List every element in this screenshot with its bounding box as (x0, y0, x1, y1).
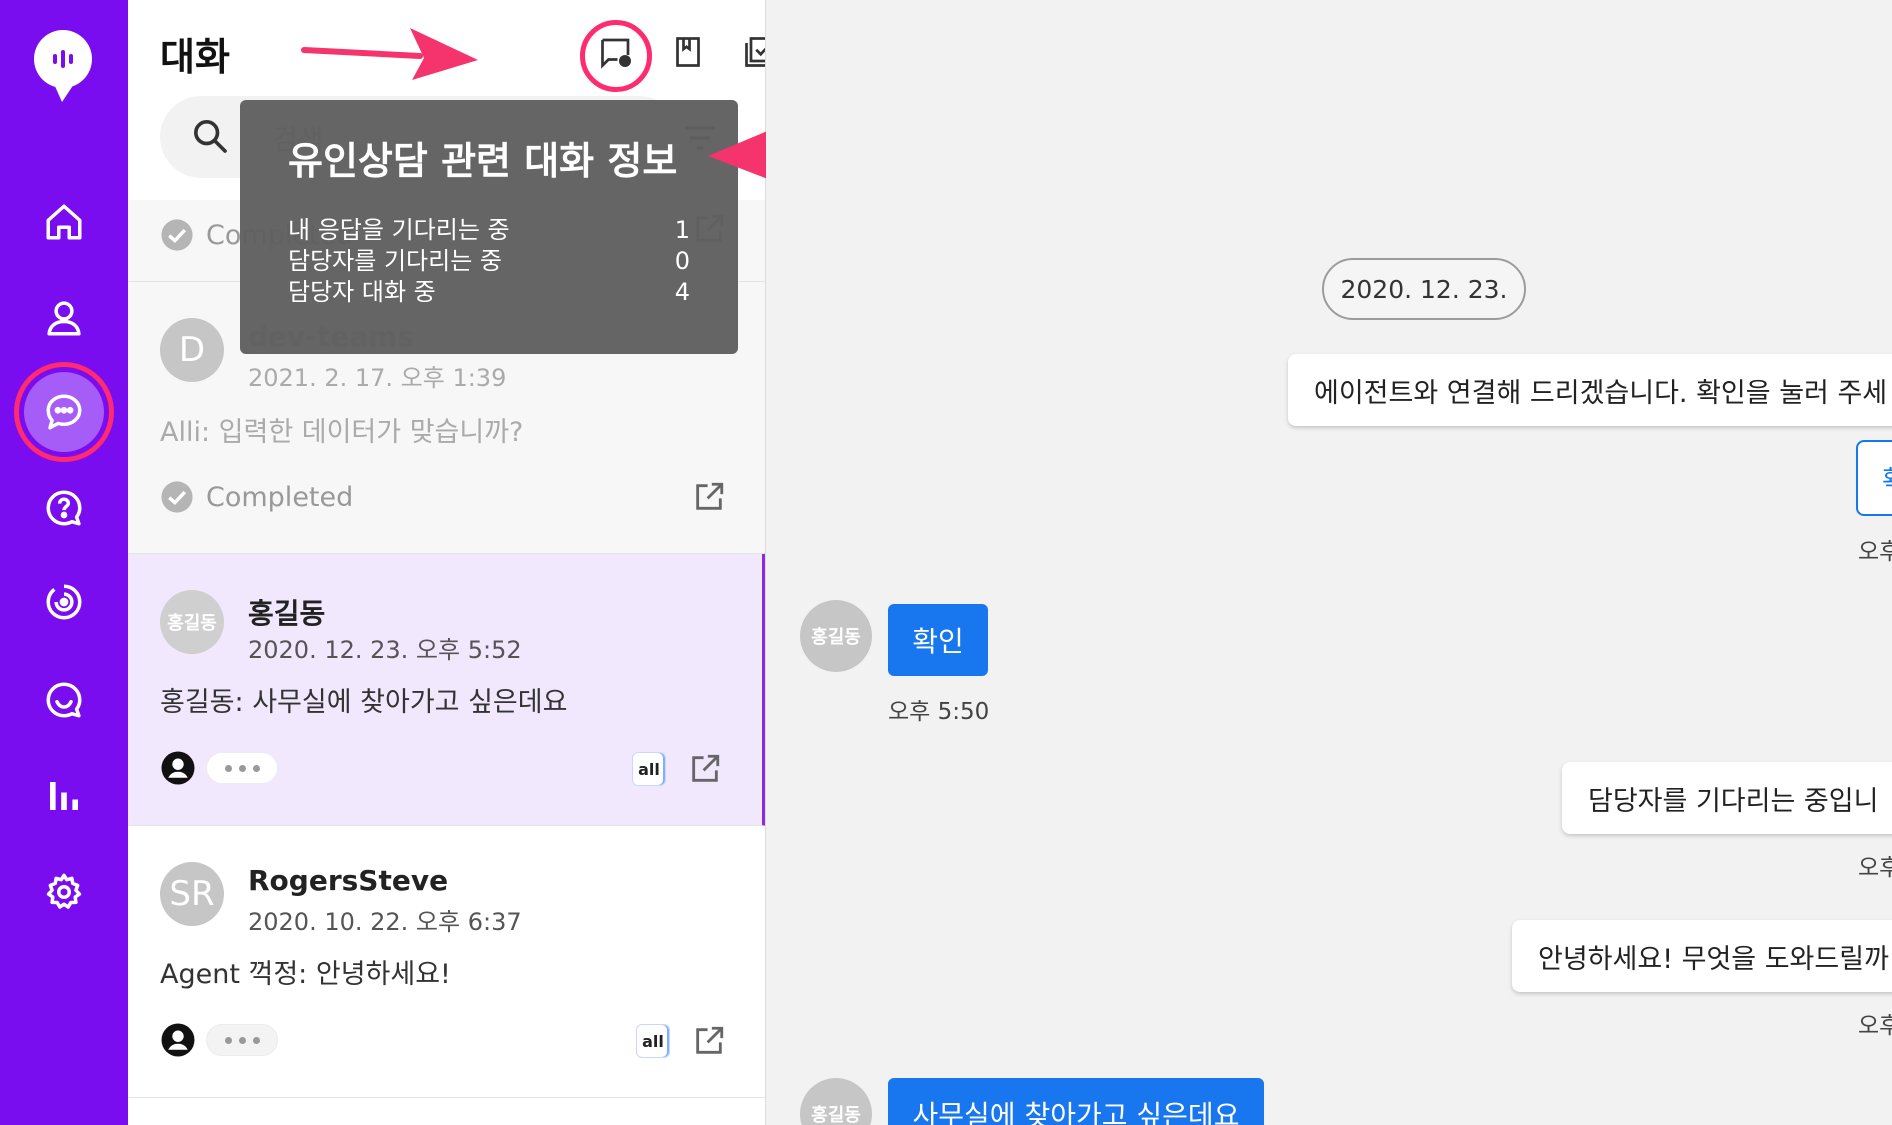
agent-row (160, 750, 278, 786)
avatar: SR (160, 862, 224, 926)
sidebar-item-users[interactable] (36, 290, 92, 346)
sidebar-item-home[interactable] (36, 194, 92, 250)
search-icon (194, 119, 227, 153)
tooltip-row-value: 1 (674, 216, 690, 244)
user-avatar: 홍길동 (800, 1078, 872, 1125)
check-circle-icon (161, 481, 193, 513)
tooltip-row: 내 응답을 기다리는 중 1 (288, 215, 690, 246)
chat-area: 2020. 12. 23. 에이전트와 연결해 드리겠습니다. 확인을 눌러 주… (766, 0, 1892, 1125)
task-check-button[interactable] (738, 30, 765, 74)
conversation-card[interactable]: SR RogersSteve 2020. 10. 22. 오후 6:37 Age… (128, 826, 765, 1098)
tooltip-row-label: 담당자를 기다리는 중 (288, 247, 502, 275)
help-icon (46, 490, 82, 526)
info-button-highlight (580, 20, 652, 92)
message-time: 오후 5:50 (888, 699, 990, 725)
book-icon (676, 37, 700, 67)
user-message: 사무실에 찾아가고 싶은데요 (888, 1078, 1264, 1125)
conversation-name: RogersSteve (248, 864, 449, 897)
channel-badge: all (636, 1024, 670, 1058)
conversation-name: 홍길동 (248, 597, 326, 630)
tooltip-title: 유인상담 관련 대화 정보 (288, 139, 678, 183)
sidebar-item-help[interactable] (36, 480, 92, 536)
agent-row (160, 1022, 278, 1058)
sidebar-item-feedback[interactable] (36, 672, 92, 728)
check-circle-icon (161, 219, 193, 251)
channel-badge: all (632, 752, 666, 786)
agent-avatar-icon (161, 751, 195, 785)
open-external-icon[interactable] (688, 752, 722, 786)
app-logo[interactable] (34, 30, 92, 102)
conversation-preview: 홍길동: 사무실에 찾아가고 싶은데요 (160, 687, 568, 718)
tooltip-row: 담당자 대화 중 4 (288, 277, 690, 308)
status-label: Completed (206, 481, 354, 513)
checklist-icon (745, 37, 765, 67)
tooltip-row-label: 담당자 대화 중 (288, 278, 436, 306)
message-time: 오후 (1858, 1013, 1892, 1039)
more-agents-pill[interactable] (206, 1024, 278, 1056)
tooltip-row-value: 4 (674, 278, 690, 306)
sidebar-item-settings[interactable] (36, 864, 92, 920)
sidebar-item-conversations[interactable] (36, 384, 92, 440)
bot-message: 안녕하세요! 무엇을 도와드릴까 (1512, 920, 1892, 992)
sidebar-nav (0, 0, 128, 1125)
confirm-option-button[interactable]: 확 (1856, 440, 1892, 516)
bookmark-button[interactable] (666, 30, 710, 74)
conversation-date: 2020. 10. 22. 오후 6:37 (248, 908, 522, 936)
user-message: 확인 (888, 604, 988, 676)
conversation-preview: Alli: 입력한 데이터가 맞습니까? (160, 417, 524, 448)
tooltip-row-label: 내 응답을 기다리는 중 (288, 216, 510, 244)
open-external-icon[interactable] (692, 1024, 726, 1058)
chat-icon (46, 394, 82, 430)
home-icon (46, 204, 82, 240)
smile-chat-icon (46, 682, 82, 718)
annotation-arrow-icon (301, 28, 478, 80)
avatar: 홍길동 (160, 590, 224, 654)
tooltip-row-value: 0 (674, 247, 690, 275)
conversation-preview: Agent 꺽정: 안녕하세요! (160, 959, 451, 990)
open-external-icon[interactable] (692, 480, 726, 514)
sidebar-item-analytics[interactable] (36, 768, 92, 824)
status-row: Completed (160, 480, 353, 514)
message-time: 오후 (1858, 539, 1892, 565)
conversation-date: 2020. 12. 23. 오후 5:52 (248, 636, 522, 664)
bot-message: 담당자를 기다리는 중입니 (1562, 762, 1892, 834)
agent-avatar-icon (161, 1023, 195, 1057)
bar-chart-icon (50, 782, 78, 810)
message-time: 오후 (1858, 855, 1892, 881)
settings-icon (46, 873, 82, 909)
date-divider: 2020. 12. 23. (1322, 258, 1526, 320)
more-agents-pill[interactable] (206, 752, 278, 784)
conversation-date: 2021. 2. 17. 오후 1:39 (248, 364, 507, 392)
tooltip-row: 담당자를 기다리는 중 0 (288, 246, 690, 277)
logo-bars-icon (53, 50, 73, 68)
user-icon (47, 301, 81, 336)
page-title: 대화 (160, 35, 230, 79)
avatar: D (160, 318, 224, 382)
target-icon (46, 584, 82, 620)
conversation-info-tooltip: 유인상담 관련 대화 정보 내 응답을 기다리는 중 1 담당자를 기다리는 중… (240, 100, 738, 354)
bot-message: 에이전트와 연결해 드리겠습니다. 확인을 눌러 주세 (1288, 354, 1892, 426)
sidebar-item-campaign[interactable] (36, 574, 92, 630)
conversation-card-selected[interactable]: 홍길동 홍길동 2020. 12. 23. 오후 5:52 홍길동: 사무실에 … (128, 554, 765, 826)
user-avatar: 홍길동 (800, 600, 872, 672)
